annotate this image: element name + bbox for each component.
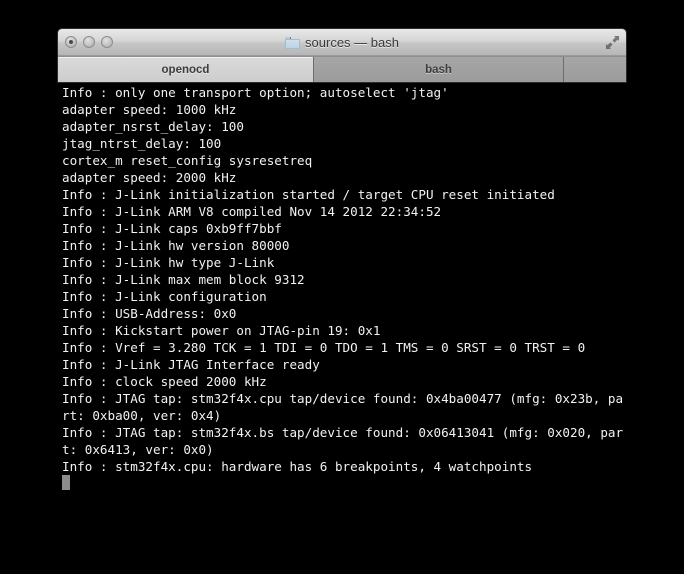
- close-button[interactable]: [65, 36, 77, 48]
- folder-icon: [285, 36, 301, 49]
- terminal-surface[interactable]: Info : only one transport option; autose…: [0, 0, 684, 574]
- tab-bar: openocd bash: [58, 56, 626, 82]
- window-title: sources — bash: [305, 35, 399, 50]
- terminal-line: adapter_nsrst_delay: 100: [62, 119, 244, 134]
- terminal-line: adapter speed: 2000 kHz: [62, 170, 237, 185]
- terminal-line: Info : stm32f4x.cpu: hardware has 6 brea…: [62, 459, 533, 474]
- terminal-line: Info : J-Link max mem block 9312: [62, 272, 305, 287]
- title-center-group: sources — bash: [58, 29, 626, 56]
- zoom-button[interactable]: [101, 36, 113, 48]
- tab-openocd[interactable]: openocd: [58, 57, 314, 82]
- terminal-line: jtag_ntrst_delay: 100: [62, 136, 222, 151]
- terminal-line: Info : J-Link hw type J-Link: [62, 255, 275, 270]
- fullscreen-arrows-icon[interactable]: [605, 35, 620, 50]
- window-controls: [65, 36, 113, 48]
- minimize-button[interactable]: [83, 36, 95, 48]
- terminal-line: Info : only one transport option; autose…: [62, 85, 449, 100]
- terminal-line: Info : J-Link configuration: [62, 289, 267, 304]
- terminal-line: Info : USB-Address: 0x0: [62, 306, 237, 321]
- terminal-line: Info : Kickstart power on JTAG-pin 19: 0…: [62, 323, 381, 338]
- terminal-output: Info : only one transport option; autose…: [62, 84, 625, 475]
- terminal-line: Info : JTAG tap: stm32f4x.cpu tap/device…: [62, 391, 624, 423]
- tab-empty[interactable]: [564, 57, 626, 82]
- terminal-line: adapter speed: 1000 kHz: [62, 102, 237, 117]
- terminal-line: cortex_m reset_config sysresetreq: [62, 153, 313, 168]
- terminal-window-chrome: sources — bash openocd bash: [57, 28, 627, 83]
- tab-bash[interactable]: bash: [314, 57, 564, 82]
- block-cursor: [62, 475, 70, 490]
- terminal-line: Info : J-Link hw version 80000: [62, 238, 290, 253]
- terminal-line: Info : Vref = 3.280 TCK = 1 TDI = 0 TDO …: [62, 340, 586, 355]
- terminal-line: Info : clock speed 2000 kHz: [62, 374, 267, 389]
- title-bar[interactable]: sources — bash: [58, 29, 626, 56]
- terminal-line: Info : J-Link JTAG Interface ready: [62, 357, 320, 372]
- terminal-line: Info : J-Link ARM V8 compiled Nov 14 201…: [62, 204, 442, 219]
- terminal-line: Info : JTAG tap: stm32f4x.bs tap/device …: [62, 425, 624, 457]
- terminal-line: Info : J-Link initialization started / t…: [62, 187, 555, 202]
- terminal-line: Info : J-Link caps 0xb9ff7bbf: [62, 221, 282, 236]
